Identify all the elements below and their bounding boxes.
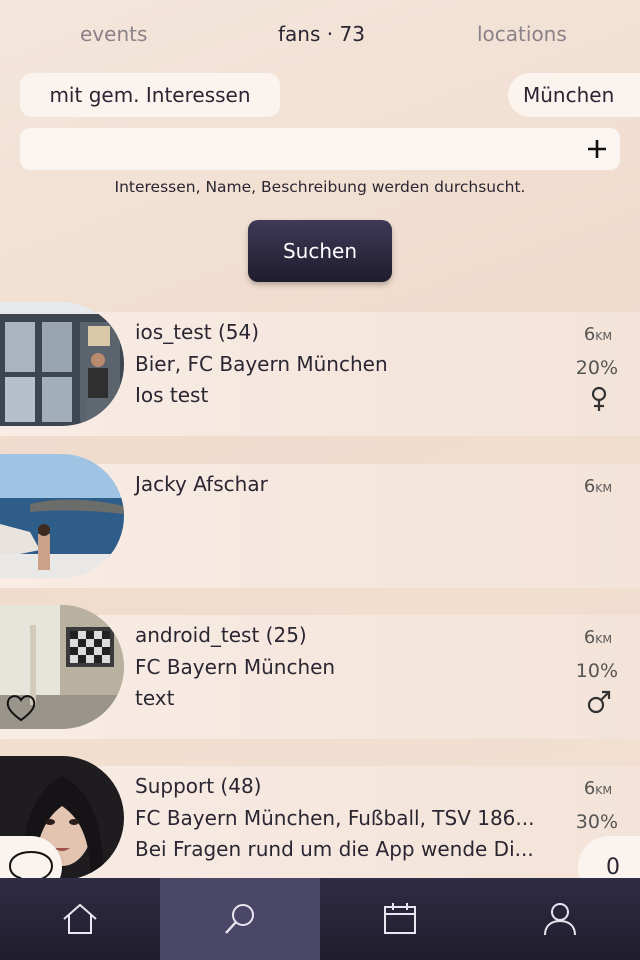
tab-events[interactable]: events [80, 22, 147, 46]
fan-list-item[interactable]: Support (48) FC Bayern München, Fußball,… [0, 756, 640, 890]
fan-name: android_test (25) [135, 623, 307, 647]
nav-search[interactable] [160, 878, 320, 960]
fan-description: text [135, 686, 175, 710]
tab-locations[interactable]: locations [477, 22, 567, 46]
male-icon [587, 690, 611, 714]
fan-distance: 6KM [583, 324, 612, 345]
nav-home[interactable] [0, 878, 160, 960]
fan-distance: 6KM [583, 778, 612, 799]
fan-distance: 6KM [583, 476, 612, 497]
top-tabs: events fans · 73 locations [0, 22, 640, 52]
fan-match-percent: 20% [575, 357, 618, 379]
fan-name: Jacky Afschar [135, 472, 268, 496]
search-field [20, 128, 620, 170]
nav-profile[interactable] [480, 878, 640, 960]
avatar[interactable] [0, 454, 124, 578]
interests-filter-button[interactable]: mit gem. Interessen [20, 73, 280, 117]
search-input[interactable] [30, 128, 580, 170]
search-icon [225, 904, 254, 934]
female-icon [591, 386, 607, 411]
bottom-nav [0, 878, 640, 960]
fan-name: ios_test (54) [135, 320, 260, 344]
home-icon [63, 903, 97, 934]
search-hint: Interessen, Name, Beschreibung werden du… [114, 178, 526, 196]
fan-distance: 6KM [583, 627, 612, 648]
calendar-icon [384, 903, 416, 934]
fan-interests: FC Bayern München, Fußball, TSV 186... [135, 806, 535, 830]
fan-description: Ios test [135, 383, 209, 407]
nav-events[interactable] [320, 878, 480, 960]
fan-interests: Bier, FC Bayern München [135, 352, 388, 376]
avatar[interactable] [0, 302, 124, 426]
location-filter-button[interactable]: München [508, 73, 640, 117]
fan-list-item[interactable]: Jacky Afschar 6KM [0, 454, 640, 588]
tab-fans[interactable]: fans · 73 [278, 22, 365, 46]
fan-list-item[interactable]: ios_test (54) Bier, FC Bayern München Io… [0, 302, 640, 436]
fan-list-item[interactable]: android_test (25) FC Bayern München text… [0, 605, 640, 739]
fan-match-percent: 30% [575, 811, 618, 833]
fan-name: Support (48) [135, 774, 262, 798]
profile-icon [544, 903, 576, 936]
heart-icon[interactable] [4, 693, 38, 723]
fan-match-percent: 10% [575, 660, 618, 682]
plus-icon[interactable] [584, 136, 610, 162]
fan-description: Bei Fragen rund um die App wende Di... [135, 837, 534, 861]
fan-interests: FC Bayern München [135, 655, 336, 679]
search-button[interactable]: Suchen [248, 220, 392, 282]
